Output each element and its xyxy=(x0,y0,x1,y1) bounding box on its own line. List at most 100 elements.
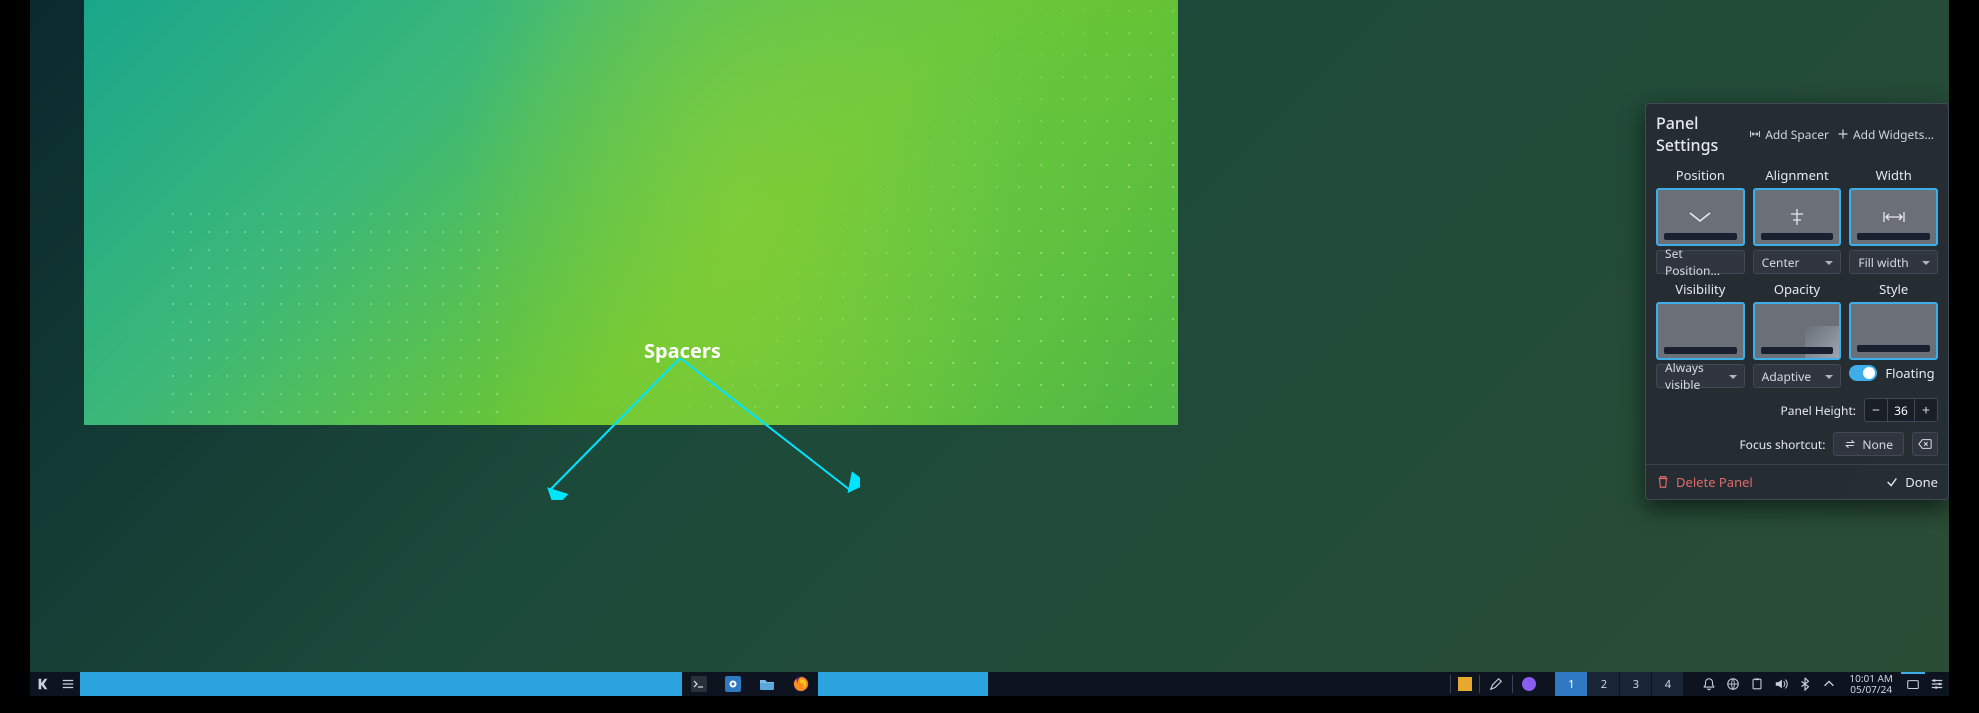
firefox-icon xyxy=(793,676,809,692)
separator xyxy=(1512,675,1513,693)
trash-icon xyxy=(1656,475,1670,489)
task-app-dolphin[interactable] xyxy=(750,672,784,696)
position-preview[interactable] xyxy=(1656,188,1745,246)
spacer-icon xyxy=(1749,128,1761,140)
height-decrement-button[interactable]: − xyxy=(1865,399,1887,421)
tray-volume[interactable] xyxy=(1769,672,1793,696)
panel-height-spinner: − 36 + xyxy=(1864,398,1938,422)
separator xyxy=(1479,675,1480,693)
tray-pen-button[interactable] xyxy=(1484,672,1508,696)
hamburger-menu-button[interactable] xyxy=(56,672,80,696)
task-app-konsole[interactable] xyxy=(682,672,716,696)
visibility-preview[interactable] xyxy=(1656,302,1745,360)
set-position-button[interactable]: Set Position... xyxy=(1656,250,1745,274)
done-label: Done xyxy=(1905,473,1938,491)
popup-title: Panel Settings xyxy=(1656,112,1745,156)
digital-clock[interactable]: 10:01 AM 05/07/24 xyxy=(1841,673,1901,695)
panel-settings-popup: Panel Settings Add Spacer Add Widgets...… xyxy=(1645,103,1949,500)
alignment-preview[interactable] xyxy=(1753,188,1842,246)
globe-icon xyxy=(1726,677,1740,691)
pager-desktop-2[interactable]: 2 xyxy=(1587,672,1619,696)
add-widgets-label: Add Widgets... xyxy=(1853,126,1934,143)
tray-color-yellow[interactable] xyxy=(1455,672,1475,696)
desktop-rect-icon xyxy=(1906,678,1920,692)
app-launcher-button[interactable] xyxy=(30,672,56,696)
systemsettings-icon xyxy=(725,676,741,692)
taskbar: 1 2 3 4 10:01 AM 05/07/24 xyxy=(30,672,1949,696)
kde-logo-icon xyxy=(36,677,50,691)
style-preview[interactable] xyxy=(1849,302,1938,360)
tray-expand[interactable] xyxy=(1817,672,1841,696)
width-preview[interactable] xyxy=(1849,188,1938,246)
pager-desktop-3[interactable]: 3 xyxy=(1619,672,1651,696)
wallpaper-dots xyxy=(164,205,514,425)
visibility-dropdown[interactable]: Always visible xyxy=(1656,364,1745,388)
visibility-label: Visibility xyxy=(1656,280,1745,298)
bluetooth-icon xyxy=(1798,677,1812,691)
floating-toggle[interactable] xyxy=(1849,365,1877,381)
align-center-icon xyxy=(1787,207,1807,227)
task-manager-apps xyxy=(682,672,818,696)
annotation-label: Spacers xyxy=(644,337,721,364)
floating-label: Floating xyxy=(1885,364,1934,382)
plus-icon xyxy=(1837,128,1849,140)
width-dropdown[interactable]: Fill width xyxy=(1849,250,1938,274)
system-tray xyxy=(1697,672,1841,696)
panel-height-label: Panel Height: xyxy=(1781,402,1857,419)
pen-icon xyxy=(1489,677,1503,691)
focus-shortcut-value: None xyxy=(1862,436,1893,453)
swap-icon xyxy=(1844,438,1856,450)
check-icon xyxy=(1885,475,1899,489)
clipboard-icon xyxy=(1750,677,1764,691)
add-spacer-label: Add Spacer xyxy=(1765,126,1829,143)
square-icon xyxy=(1458,677,1472,691)
circle-icon xyxy=(1522,677,1536,691)
show-desktop-button[interactable] xyxy=(1901,672,1925,696)
clock-date: 05/07/24 xyxy=(1849,684,1893,695)
chevron-up-icon xyxy=(1822,677,1836,691)
virtual-desktop-pager: 1 2 3 4 xyxy=(1555,672,1683,696)
panel-height-value[interactable]: 36 xyxy=(1887,399,1915,421)
focus-shortcut-clear-button[interactable] xyxy=(1912,432,1938,456)
position-label: Position xyxy=(1656,166,1745,184)
focus-shortcut-button[interactable]: None xyxy=(1833,432,1904,456)
tray-circle-button[interactable] xyxy=(1517,672,1541,696)
sliders-icon xyxy=(1930,677,1944,691)
tray-clipboard[interactable] xyxy=(1745,672,1769,696)
opacity-preview[interactable] xyxy=(1753,302,1842,360)
bell-icon xyxy=(1702,677,1716,691)
folder-icon xyxy=(759,676,775,692)
width-label: Width xyxy=(1849,166,1938,184)
task-app-systemsettings[interactable] xyxy=(716,672,750,696)
pager-desktop-1[interactable]: 1 xyxy=(1555,672,1587,696)
speaker-icon xyxy=(1774,677,1788,691)
separator xyxy=(1450,675,1451,693)
wallpaper-window xyxy=(84,0,1178,425)
tray-notifications[interactable] xyxy=(1697,672,1721,696)
tray-network[interactable] xyxy=(1721,672,1745,696)
add-widgets-button[interactable]: Add Widgets... xyxy=(1833,124,1938,145)
panel-spacer-left[interactable] xyxy=(80,672,682,696)
tray-bluetooth[interactable] xyxy=(1793,672,1817,696)
backspace-icon xyxy=(1918,438,1932,450)
chevron-down-icon xyxy=(1687,210,1713,224)
task-app-firefox[interactable] xyxy=(784,672,818,696)
alignment-label: Alignment xyxy=(1753,166,1842,184)
delete-panel-label: Delete Panel xyxy=(1676,473,1753,491)
add-spacer-button[interactable]: Add Spacer xyxy=(1745,124,1833,145)
panel-config-button[interactable] xyxy=(1925,672,1949,696)
konsole-icon xyxy=(691,676,707,692)
opacity-dropdown[interactable]: Adaptive xyxy=(1753,364,1842,388)
pager-desktop-4[interactable]: 4 xyxy=(1651,672,1683,696)
focus-shortcut-label: Focus shortcut: xyxy=(1739,436,1825,453)
delete-panel-button[interactable]: Delete Panel xyxy=(1656,473,1753,491)
panel-spacer-right[interactable] xyxy=(818,672,988,696)
alignment-dropdown[interactable]: Center xyxy=(1753,250,1842,274)
width-fill-icon xyxy=(1882,210,1906,224)
popup-header: Panel Settings Add Spacer Add Widgets... xyxy=(1646,104,1948,166)
hamburger-icon xyxy=(61,677,75,691)
style-label: Style xyxy=(1849,280,1938,298)
done-button[interactable]: Done xyxy=(1885,473,1938,491)
height-increment-button[interactable]: + xyxy=(1915,399,1937,421)
opacity-label: Opacity xyxy=(1753,280,1842,298)
